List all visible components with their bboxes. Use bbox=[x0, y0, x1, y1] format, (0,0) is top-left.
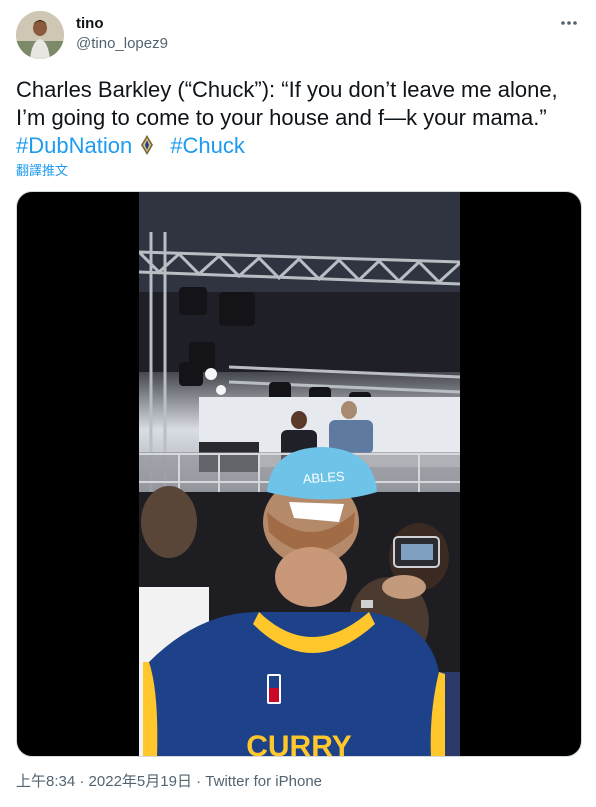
jersey-text: CURRY bbox=[246, 730, 352, 757]
cap-text: ABLES bbox=[302, 469, 345, 487]
tweet-source[interactable]: Twitter for iPhone bbox=[205, 773, 322, 790]
tweet-header: tino @tino_lopez9 bbox=[16, 11, 580, 61]
separator: · bbox=[191, 773, 206, 790]
tweet-metadata: 上午8:34 · 2022年5月19日 · Twitter for iPhone bbox=[16, 772, 322, 792]
hashtag-chuck[interactable]: #Chuck bbox=[170, 133, 245, 158]
hashtag-dubnation[interactable]: #DubNation bbox=[16, 133, 132, 158]
author-names: tino @tino_lopez9 bbox=[76, 14, 168, 54]
tweet-time[interactable]: 上午8:34 bbox=[16, 773, 75, 790]
more-options-icon[interactable] bbox=[558, 15, 580, 31]
tweet-body: Charles Barkley (“Chuck”): “If you don’t… bbox=[16, 77, 558, 130]
tweet-text: Charles Barkley (“Chuck”): “If you don’t… bbox=[16, 76, 580, 160]
avatar[interactable] bbox=[16, 11, 64, 59]
display-name[interactable]: tino bbox=[76, 14, 168, 34]
separator: · bbox=[75, 773, 89, 790]
video-frame[interactable]: ABLES CURRY bbox=[139, 192, 460, 757]
tweet-date[interactable]: 2022年5月19日 bbox=[89, 773, 192, 790]
warriors-trophy-emoji-icon bbox=[136, 134, 158, 156]
user-handle[interactable]: @tino_lopez9 bbox=[76, 34, 168, 54]
tweet-video[interactable]: ABLES CURRY bbox=[16, 191, 582, 757]
translate-tweet-link[interactable]: 翻譯推文 bbox=[16, 163, 68, 179]
